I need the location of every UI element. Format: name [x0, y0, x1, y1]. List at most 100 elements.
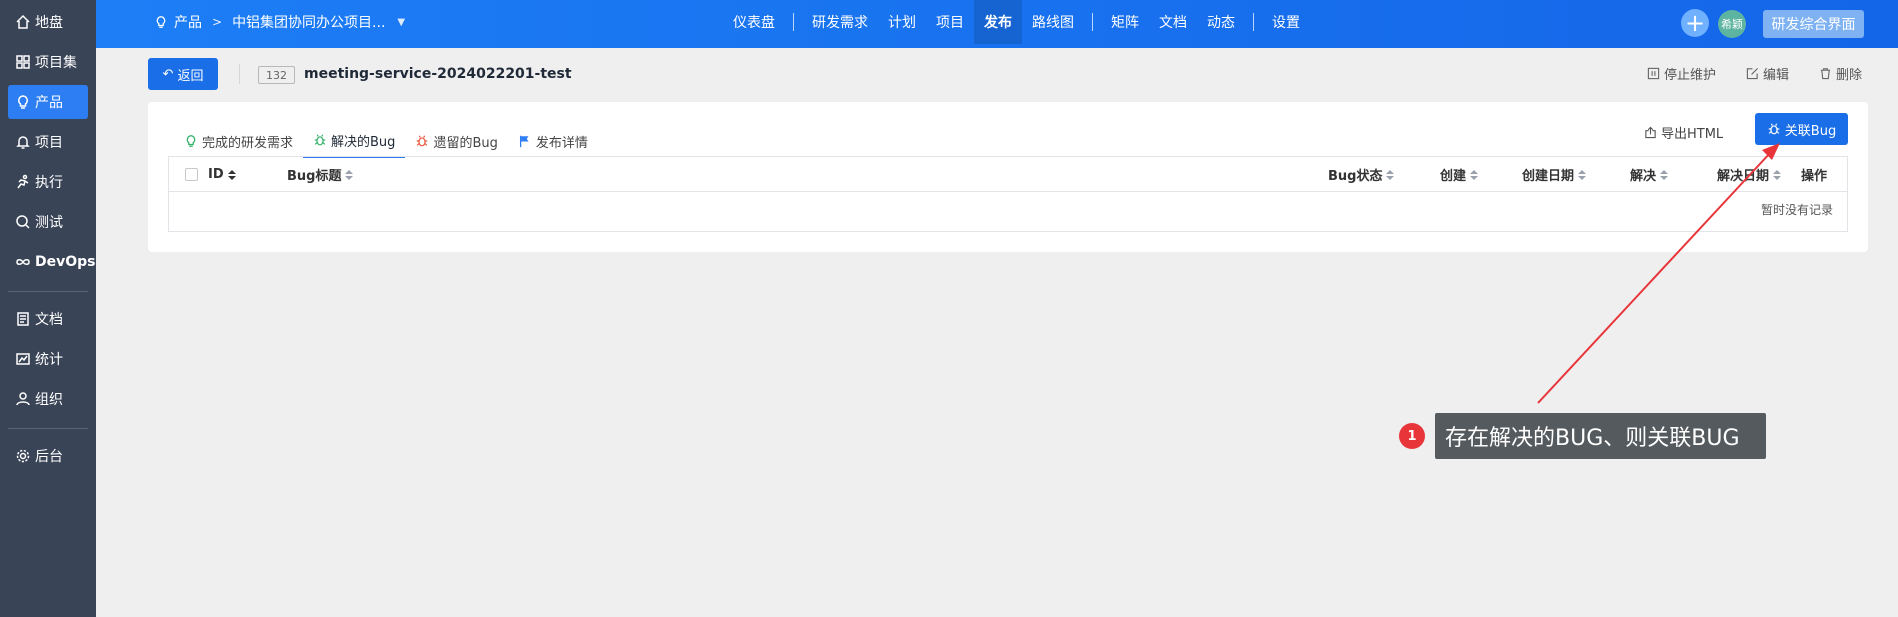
- chart-icon: [16, 353, 30, 365]
- sort-icon: [1386, 169, 1395, 180]
- sort-icon: [345, 169, 354, 180]
- sidebar-item-label: 文档: [35, 312, 63, 328]
- edit-button[interactable]: 编辑: [1746, 64, 1789, 83]
- sidebar-item-label: 项目: [35, 135, 63, 151]
- trash-icon: [1820, 68, 1831, 80]
- sidebar-item-doc[interactable]: 文档: [8, 302, 88, 336]
- column-label: 解决: [1630, 169, 1657, 184]
- sort-icon: [1773, 169, 1782, 180]
- pause-icon: [1647, 67, 1660, 80]
- bug-icon: [417, 135, 428, 147]
- sort-icon: [227, 169, 236, 180]
- nav-doc[interactable]: 文档: [1149, 0, 1197, 44]
- sidebar-item-label: DevOps: [35, 254, 96, 270]
- column-label: Bug状态: [1328, 169, 1383, 184]
- grid-icon: [16, 55, 30, 69]
- column-header-actions: 操作: [1801, 157, 1827, 192]
- nav-divider: [793, 13, 794, 31]
- nav-plan[interactable]: 计划: [878, 0, 926, 44]
- delete-button[interactable]: 删除: [1819, 64, 1862, 83]
- breadcrumb-product-name[interactable]: 中铝集团协同办公项目...: [232, 12, 385, 32]
- sidebar-item-devops[interactable]: DevOps: [8, 245, 96, 279]
- sidebar-item-execution[interactable]: 执行: [8, 165, 88, 199]
- column-label: 创建: [1440, 169, 1467, 184]
- back-button[interactable]: ↶ 返回: [148, 58, 218, 90]
- column-header-status[interactable]: Bug状态: [1328, 157, 1395, 192]
- breadcrumb: 产品 > 中铝集团协同办公项目... ▼: [154, 0, 405, 44]
- sidebar-item-dashboard[interactable]: 地盘: [8, 5, 88, 39]
- tab-finished-stories[interactable]: 完成的研发需求: [174, 124, 303, 158]
- sidebar-item-label: 项目集: [35, 55, 77, 71]
- link-bug-label: 关联Bug: [1784, 123, 1837, 139]
- back-button-label: 返回: [177, 68, 204, 84]
- column-header-created-date[interactable]: 创建日期: [1522, 157, 1587, 192]
- tab-leftover-bugs[interactable]: 遗留的Bug: [405, 124, 507, 158]
- column-header-title[interactable]: Bug标题: [287, 157, 354, 192]
- export-html-button[interactable]: 导出HTML: [1644, 120, 1723, 144]
- column-label: Bug标题: [287, 169, 342, 184]
- bug-icon: [314, 134, 326, 146]
- sidebar-item-product[interactable]: 产品: [8, 85, 88, 119]
- nav-project[interactable]: 项目: [926, 0, 974, 44]
- sort-icon: [1470, 169, 1479, 180]
- empty-state-text: 暂时没有记录: [1760, 203, 1833, 217]
- stop-maintenance-button[interactable]: 停止维护: [1647, 64, 1716, 83]
- nav-stories[interactable]: 研发需求: [802, 0, 878, 44]
- edit-label: 编辑: [1762, 68, 1789, 83]
- link-bug-button[interactable]: 关联Bug: [1755, 113, 1848, 145]
- nav-settings[interactable]: 设置: [1262, 0, 1310, 44]
- sort-icon: [1660, 169, 1669, 180]
- nav-matrix[interactable]: 矩阵: [1101, 0, 1149, 44]
- nav-divider: [1092, 13, 1093, 31]
- sidebar-item-stats[interactable]: 统计: [8, 342, 88, 376]
- nav-roadmap[interactable]: 路线图: [1022, 0, 1084, 44]
- main-nav: 仪表盘 研发需求 计划 项目 发布 路线图 矩阵 文档 动态 设置: [723, 0, 1310, 44]
- doc-icon: [17, 312, 29, 326]
- infinity-icon: [16, 259, 30, 265]
- column-header-id[interactable]: ID: [208, 157, 236, 192]
- tab-release-details[interactable]: 发布详情: [508, 124, 598, 158]
- sidebar-item-org[interactable]: 组织: [8, 382, 88, 416]
- annotation-number-badge: 1: [1399, 423, 1425, 449]
- export-icon: [1645, 126, 1656, 138]
- tab-resolved-bugs[interactable]: 解决的Bug: [303, 124, 406, 158]
- lightbulb-icon: [186, 135, 196, 147]
- sidebar-item-label: 执行: [35, 175, 63, 191]
- sidebar-divider: [8, 428, 88, 429]
- sidebar-item-project[interactable]: 项目: [8, 125, 88, 159]
- select-all-checkbox[interactable]: [185, 168, 198, 181]
- chevron-down-icon[interactable]: ▼: [397, 17, 405, 28]
- nav-dashboard[interactable]: 仪表盘: [723, 0, 785, 44]
- bug-icon: [1768, 123, 1780, 135]
- column-header-resolved-date[interactable]: 解决日期: [1717, 157, 1782, 192]
- stop-maintenance-label: 停止维护: [1663, 68, 1716, 83]
- plus-icon[interactable]: +: [1681, 9, 1709, 37]
- delete-label: 删除: [1835, 68, 1862, 83]
- avatar[interactable]: 希颖: [1718, 10, 1746, 38]
- breadcrumb-product-root[interactable]: 产品: [174, 12, 202, 32]
- back-arrow-icon: ↶: [162, 66, 174, 82]
- release-tabs: 完成的研发需求 解决的Bug 遗留的Bug 发布详情: [174, 124, 598, 158]
- user-icon: [16, 392, 30, 406]
- tab-label: 完成的研发需求: [202, 135, 294, 151]
- column-label: 操作: [1801, 169, 1828, 184]
- column-label: ID: [208, 167, 224, 182]
- nav-release[interactable]: 发布: [974, 0, 1022, 44]
- tab-label: 解决的Bug: [331, 134, 396, 150]
- sidebar-item-label: 地盘: [35, 15, 63, 31]
- nav-dynamic[interactable]: 动态: [1197, 0, 1245, 44]
- sidebar-item-admin[interactable]: 后台: [8, 439, 88, 473]
- bell-icon: [16, 136, 30, 149]
- switch-view-button[interactable]: 研发综合界面: [1763, 10, 1864, 38]
- column-header-resolved-by[interactable]: 解决: [1630, 157, 1669, 192]
- left-sidebar: 地盘 项目集 产品 项目 执行 测试 DevOps 文档 统计 组织 后台: [0, 0, 96, 617]
- sidebar-item-program[interactable]: 项目集: [8, 45, 88, 79]
- sidebar-item-label: 后台: [35, 449, 63, 465]
- tab-label: 发布详情: [535, 135, 588, 151]
- annotation-callout: 存在解决的BUG、则关联BUG: [1435, 413, 1766, 459]
- lightbulb-icon: [156, 16, 166, 28]
- release-title: meeting-service-2024022201-test: [304, 66, 572, 82]
- header-actions: 停止维护 编辑 删除: [1647, 64, 1862, 83]
- column-header-created-by[interactable]: 创建: [1440, 157, 1479, 192]
- sidebar-item-test[interactable]: 测试: [8, 205, 88, 239]
